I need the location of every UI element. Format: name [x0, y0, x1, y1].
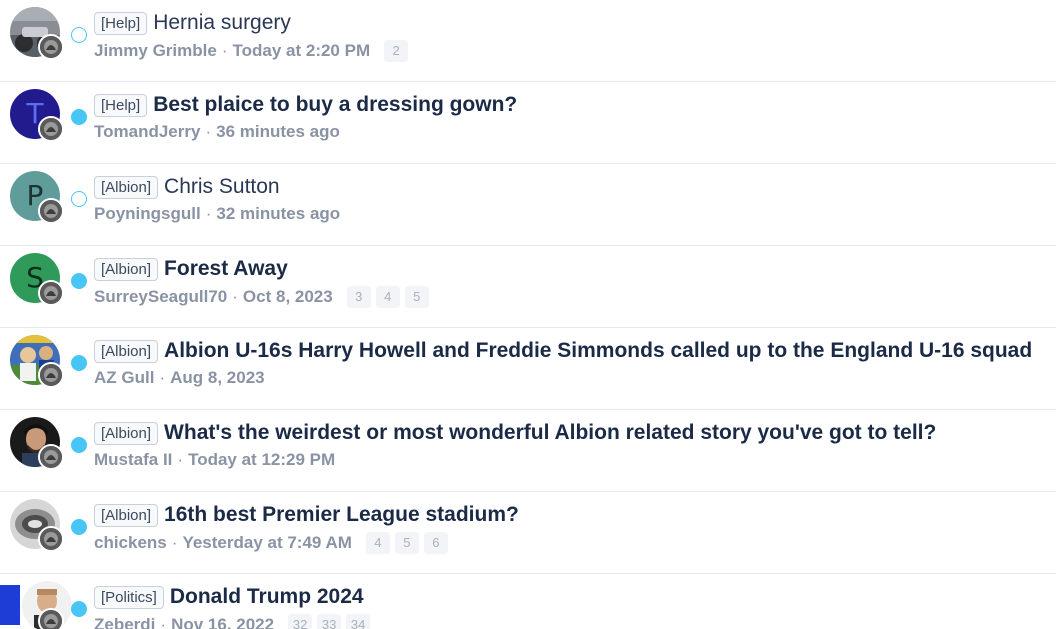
thread-page-jump: 2 [384, 40, 413, 62]
thread-meta-line: Jimmy Grimble · Today at 2:20 PM 2 [94, 40, 413, 62]
thread-author-link[interactable]: Poyningsgull [94, 204, 201, 224]
thread-date-link[interactable]: Nov 16, 2022 [171, 615, 274, 629]
meta-separator: · [221, 41, 228, 60]
thread-row[interactable]: [Albion] Albion U-16s Harry Howell and Fr… [0, 328, 1056, 410]
thread-prefix-badge[interactable]: [Albion] [94, 503, 159, 527]
thread-date-link[interactable]: Today at 12:29 PM [188, 450, 335, 470]
meta-separator: · [205, 204, 212, 223]
thread-title-link[interactable]: Albion U-16s Harry Howell and Freddie Si… [164, 338, 1032, 364]
last-poster-avatar[interactable] [38, 526, 64, 552]
meta-separator: · [159, 368, 166, 387]
unread-indicator-icon[interactable] [71, 273, 87, 289]
meta-separator: · [171, 533, 178, 552]
thread-title-link[interactable]: Forest Away [164, 256, 288, 282]
last-poster-avatar[interactable] [38, 362, 64, 388]
thread-row[interactable]: [Albion] 16th best Premier League stadium… [0, 492, 1056, 574]
thread-author-link[interactable]: AZ Gull [94, 368, 154, 388]
thread-author-link[interactable]: TomandJerry [94, 122, 200, 142]
page-link[interactable]: 4 [365, 532, 390, 554]
thread-title-line: [Albion] Forest Away [94, 256, 1046, 282]
thread-title-line: [Help] Hernia surgery [94, 10, 1046, 36]
read-indicator-icon[interactable] [71, 191, 87, 207]
thread-title-link[interactable]: Best plaice to buy a dressing gown? [153, 92, 517, 118]
thread-prefix-badge[interactable]: [Help] [94, 93, 148, 117]
page-link[interactable]: 2 [384, 40, 409, 62]
thread-meta-line: SurreySeagull70 · Oct 8, 2023 3 4 5 [94, 286, 434, 308]
thread-title-line: [Albion] Albion U-16s Harry Howell and Fr… [94, 338, 1046, 364]
unread-indicator-icon[interactable] [71, 437, 87, 453]
thread-prefix-badge[interactable]: [Albion] [94, 421, 159, 445]
page-link[interactable]: 5 [394, 532, 419, 554]
thread-meta-line: Poyningsgull · 32 minutes ago [94, 204, 340, 224]
thread-title-link[interactable]: Chris Sutton [164, 174, 280, 200]
last-poster-avatar[interactable] [38, 198, 64, 224]
last-poster-avatar[interactable] [38, 608, 64, 629]
thread-date-link[interactable]: Oct 8, 2023 [243, 287, 333, 307]
last-poster-avatar[interactable] [38, 444, 64, 470]
thread-date-link[interactable]: Yesterday at 7:49 AM [182, 533, 351, 553]
thread-page-jump: 32 33 34 [288, 614, 375, 629]
thread-row[interactable]: S [Albion] Forest Away SurreySeagull70 · Oct … [0, 246, 1056, 328]
meta-separator: · [177, 450, 184, 469]
thread-page-jump: 345 [346, 286, 434, 308]
thread-date-link[interactable]: Today at 2:20 PM [233, 41, 371, 61]
page-link[interactable]: 32 [288, 614, 313, 629]
thread-author-link[interactable]: Mustafa II [94, 450, 172, 470]
thread-prefix-badge[interactable]: [Politics] [94, 585, 164, 609]
read-indicator-icon[interactable] [71, 27, 87, 43]
thread-meta-line: TomandJerry · 36 minutes ago [94, 122, 340, 142]
thread-page-jump: 456 [365, 532, 453, 554]
page-link[interactable]: 6 [423, 532, 448, 554]
thread-title-line: [Albion] What's the weirdest or most wond… [94, 420, 1046, 446]
thread-row[interactable]: P [Albion] Chris Sutton Poyningsgull · 32 min… [0, 164, 1056, 246]
thread-list: [Help] Hernia surgery Jimmy Grimble · Today … [0, 0, 1056, 629]
thread-meta-line: AZ Gull · Aug 8, 2023 [94, 368, 265, 388]
thread-title-line: [Help] Best plaice to buy a dressing gown… [94, 92, 1046, 118]
meta-separator: · [160, 615, 167, 629]
thread-title-line: [Albion] 16th best Premier League stadium… [94, 502, 1046, 528]
last-poster-avatar[interactable] [38, 116, 64, 142]
thread-author-link[interactable]: Zeberdi [94, 615, 155, 629]
thread-meta-line: Zeberdi · Nov 16, 2022 32 33 34 [94, 614, 375, 629]
thread-date-link[interactable]: 32 minutes ago [216, 204, 340, 224]
thread-title-link[interactable]: Donald Trump 2024 [170, 584, 364, 610]
thread-date-link[interactable]: 36 minutes ago [216, 122, 340, 142]
thread-author-link[interactable]: Jimmy Grimble [94, 41, 217, 61]
thread-author-link[interactable]: SurreySeagull70 [94, 287, 227, 307]
thread-prefix-badge[interactable]: [Albion] [94, 339, 159, 363]
thread-meta-line: chickens · Yesterday at 7:49 AM 4 5 6 [94, 532, 453, 554]
page-link[interactable]: 34 [346, 614, 371, 629]
thread-meta-line: Mustafa II · Today at 12:29 PM [94, 450, 335, 470]
thread-title-line: [Albion] Chris Sutton [94, 174, 1046, 200]
thread-prefix-badge[interactable]: [Albion] [94, 175, 159, 199]
unread-indicator-icon[interactable] [71, 601, 87, 617]
unread-indicator-icon[interactable] [71, 109, 87, 125]
page-link[interactable]: 5 [404, 286, 429, 308]
thread-author-link[interactable]: chickens [94, 533, 167, 553]
thread-title-line: [Politics] Donald Trump 2024 [94, 584, 1046, 610]
page-link[interactable]: 4 [375, 286, 400, 308]
thread-row[interactable]: [Help] Hernia surgery Jimmy Grimble · Today … [0, 0, 1056, 82]
thread-date-link[interactable]: Aug 8, 2023 [170, 368, 265, 388]
meta-separator: · [232, 287, 238, 306]
thread-row[interactable]: [Politics] Donald Trump 2024 Zeberdi · Nov 1… [0, 574, 1056, 629]
last-poster-avatar[interactable] [38, 34, 64, 60]
thread-row[interactable]: [Albion] What's the weirdest or most wond… [0, 410, 1056, 492]
thread-title-link[interactable]: Hernia surgery [153, 10, 291, 36]
meta-separator: · [205, 122, 212, 141]
unread-indicator-icon[interactable] [71, 355, 87, 371]
page-link[interactable]: 3 [346, 286, 371, 308]
unread-indicator-icon[interactable] [71, 519, 87, 535]
last-poster-avatar[interactable] [38, 280, 64, 306]
thread-prefix-badge[interactable]: [Help] [94, 11, 148, 35]
page-link[interactable]: 33 [317, 614, 342, 629]
thread-title-link[interactable]: What's the weirdest or most wonderful Al… [164, 420, 936, 446]
adjacent-image-fragment [0, 585, 20, 625]
thread-prefix-badge[interactable]: [Albion] [94, 257, 159, 281]
thread-row[interactable]: T [Help] Best plaice to buy a dressing gow… [0, 82, 1056, 164]
thread-title-link[interactable]: 16th best Premier League stadium? [164, 502, 519, 528]
